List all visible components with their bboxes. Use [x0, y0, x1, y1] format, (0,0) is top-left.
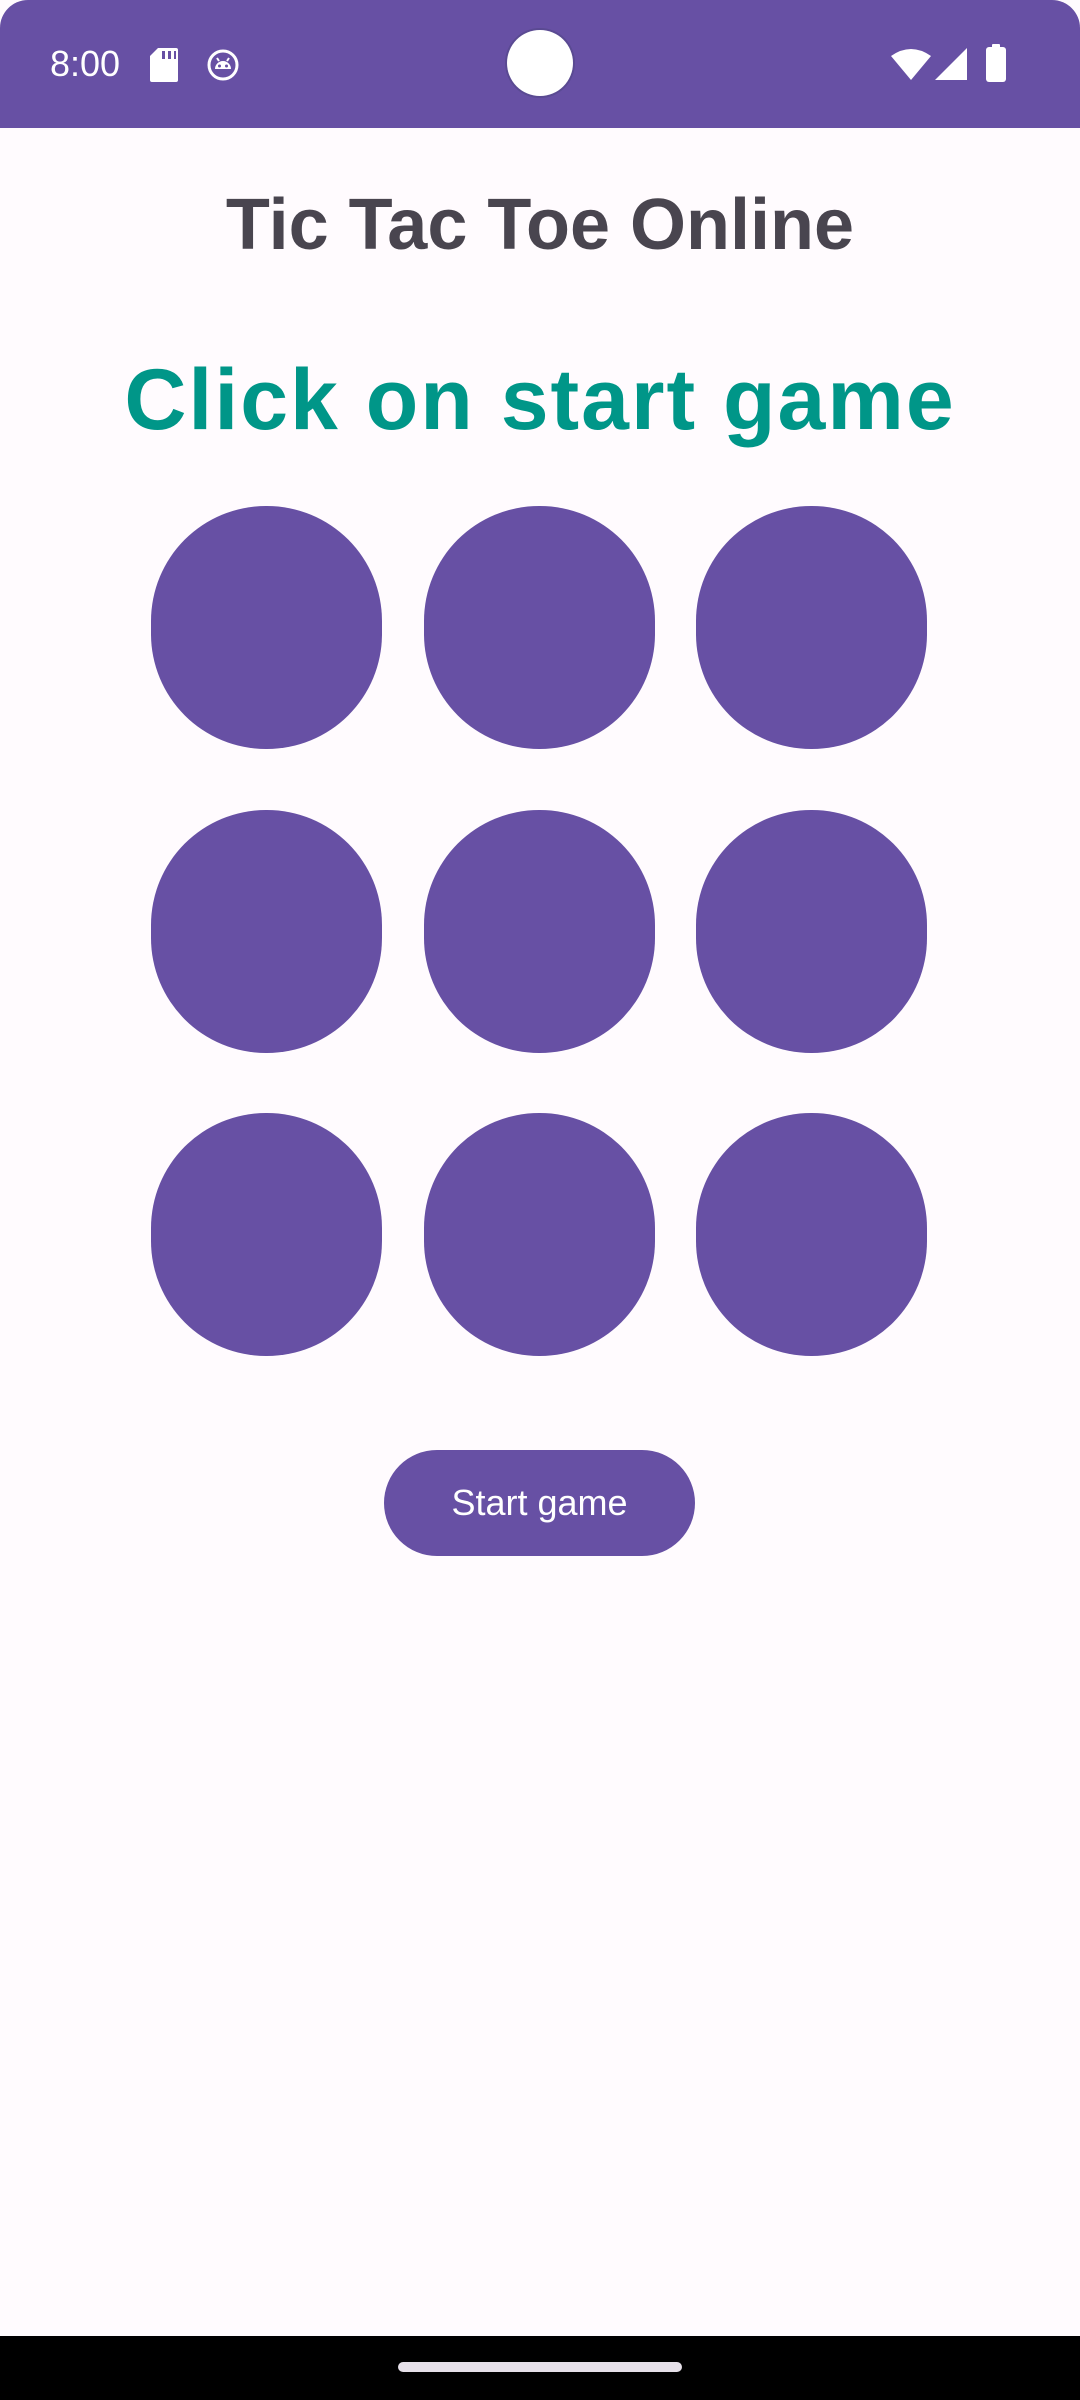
- board-cell-9[interactable]: [696, 1113, 927, 1356]
- board-cell-2[interactable]: [424, 506, 655, 749]
- board-cell-6[interactable]: [696, 810, 927, 1053]
- home-gesture-handle[interactable]: [398, 2362, 682, 2372]
- battery-icon: [986, 44, 1006, 82]
- sd-card-icon: [150, 48, 178, 82]
- game-board: [151, 506, 927, 1356]
- board-cell-3[interactable]: [696, 506, 927, 749]
- board-cell-8[interactable]: [424, 1113, 655, 1356]
- board-cell-4[interactable]: [151, 810, 382, 1053]
- game-status-message: Click on start game: [124, 352, 956, 448]
- board-cell-1[interactable]: [151, 506, 382, 749]
- android-debug-icon: [207, 49, 239, 81]
- app-title: Tic Tac Toe Online: [225, 185, 855, 265]
- status-bar: 8:00: [0, 0, 1080, 128]
- board-cell-5[interactable]: [424, 810, 655, 1053]
- status-time: 8:00: [50, 43, 121, 84]
- board-cell-7[interactable]: [151, 1113, 382, 1356]
- camera-cutout: [507, 30, 573, 96]
- cellular-signal-icon: [935, 48, 967, 80]
- start-game-button[interactable]: Start game: [384, 1450, 695, 1556]
- wifi-icon: [891, 49, 931, 80]
